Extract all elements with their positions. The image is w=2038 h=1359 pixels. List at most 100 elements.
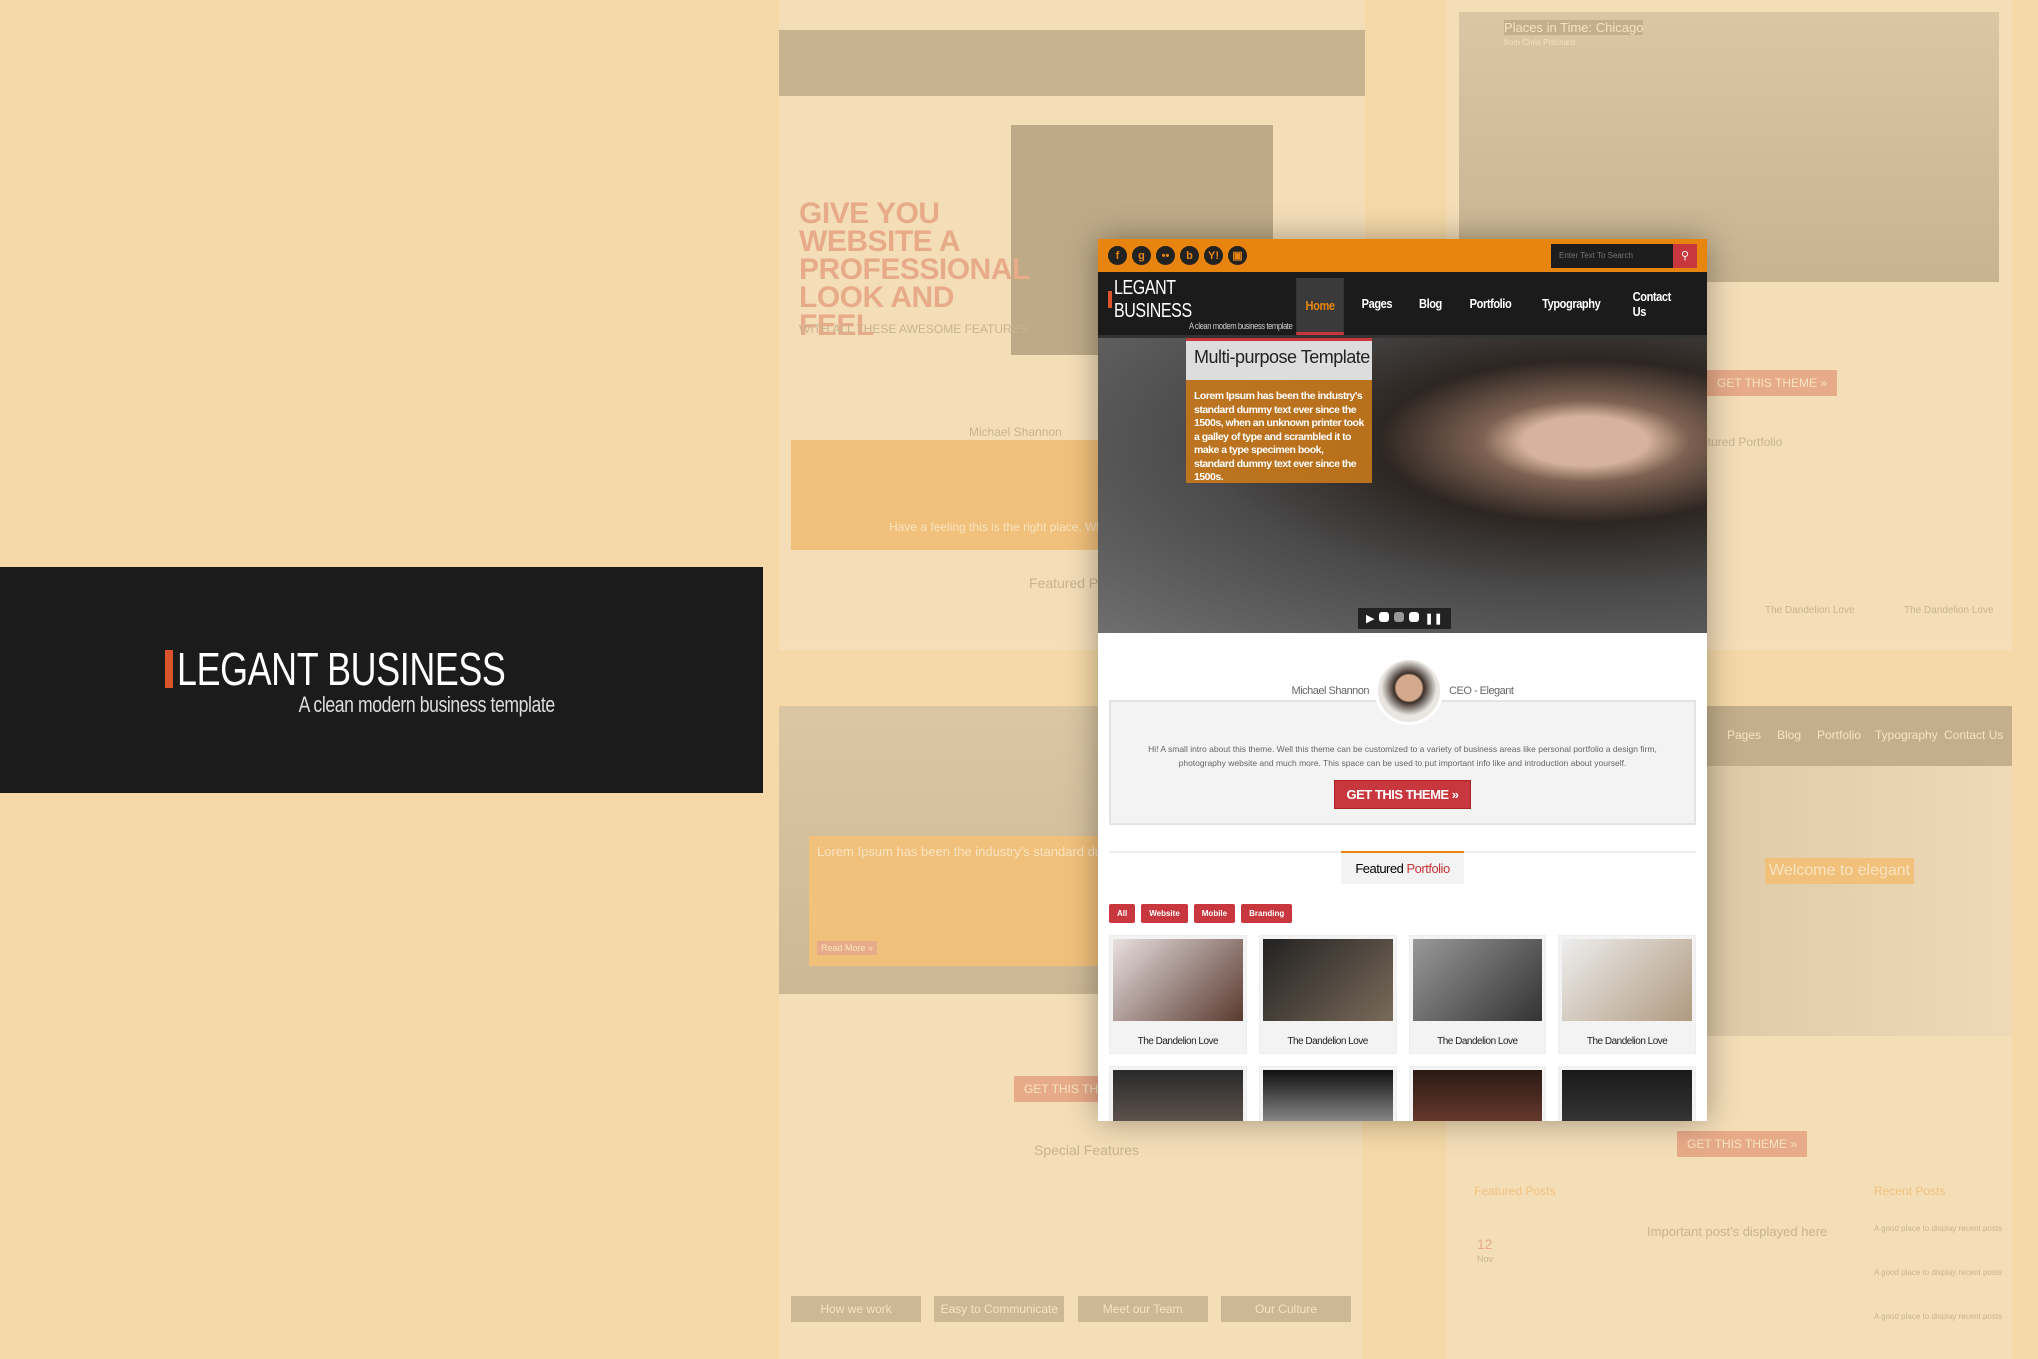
nav-item: Pages — [1727, 728, 1762, 742]
testimonial-name: Michael Shannon — [1291, 685, 1370, 697]
hero-slider: Multi-purpose Template Lorem Ipsum has b… — [1098, 338, 1707, 633]
recent-posts: Recent Posts — [1874, 1184, 1946, 1198]
portfolio-label: The Dandelion Love — [1137, 1036, 1219, 1047]
get-theme-button[interactable]: GET THIS THEME » — [1333, 780, 1472, 809]
search-input[interactable] — [1551, 243, 1673, 268]
subhead: WITH ALL THESE AWESOME FEATURES — [799, 322, 1028, 336]
filter-all[interactable]: All — [1109, 904, 1136, 923]
search-button[interactable]: ⚲ — [1673, 243, 1697, 268]
featured-portfolio-heading: Featured Portfolio — [1109, 851, 1696, 884]
portfolio-item[interactable]: The Dandelion Love — [1109, 935, 1247, 1054]
cta: GET THIS THEME » — [1707, 370, 1838, 396]
filter-website[interactable]: Website — [1141, 904, 1188, 923]
pause-icon[interactable]: ❚❚ — [1424, 612, 1442, 625]
portfolio-image — [1412, 939, 1543, 1021]
feature-how-we-work: How we work — [791, 1296, 921, 1322]
recent-post: A good place to display recent posts — [1874, 1268, 2003, 1277]
portfolio-item[interactable]: The Dandelion Love — [1558, 935, 1696, 1054]
portfolio-image — [1113, 1070, 1243, 1121]
headline: GIVE YOU WEBSITE A PROFESSIONAL LOOK AND… — [799, 197, 1030, 342]
read-more: Read More » — [817, 941, 878, 955]
social-icons: f g •• b Y! ▣ — [1108, 246, 1247, 265]
slide-dot-active[interactable] — [1394, 612, 1405, 622]
search-form: ⚲ — [1551, 243, 1697, 268]
feature-team: Meet our Team — [1077, 1296, 1208, 1322]
logo-tagline: A clean modern business template — [1188, 320, 1293, 331]
feature-culture: Our Culture — [1220, 1296, 1351, 1322]
header-bar — [779, 30, 1365, 96]
nav-item: Typography — [1875, 728, 1938, 742]
facebook-icon[interactable]: f — [1108, 246, 1127, 265]
video-author: from Chris Pritchard — [1504, 38, 1576, 47]
recent-post: A good place to display recent posts — [1874, 1224, 2003, 1233]
portfolio-label: The Dandelion Love — [1287, 1036, 1368, 1047]
youtube-icon[interactable]: ▣ — [1228, 246, 1247, 265]
slider-controls: ▶ ❚❚ — [1358, 608, 1451, 629]
testimonial-text: Hi! A small intro about this theme. Well… — [1148, 744, 1657, 768]
portfolio-item[interactable] — [1258, 1066, 1397, 1121]
search-icon: ⚲ — [1680, 250, 1690, 262]
promo-banner: LEGANT BUSINESS A clean modern business … — [0, 567, 763, 793]
portfolio-image — [1562, 1070, 1692, 1121]
logo-e-mark — [164, 650, 173, 688]
logo-e-mark — [1108, 291, 1112, 308]
portfolio-image — [1412, 1070, 1543, 1121]
heading-tab: Featured Portfolio — [1341, 851, 1464, 884]
slide-dot[interactable] — [1379, 612, 1390, 622]
portfolio-image — [1262, 1070, 1393, 1121]
portfolio-grid: The Dandelion Love The Dandelion Love Th… — [1109, 935, 1696, 1121]
slider-title: Multi-purpose Template — [1186, 341, 1372, 380]
recent-post: A good place to display recent posts — [1874, 1312, 2003, 1321]
portfolio-image — [1562, 939, 1692, 1021]
avatar — [1375, 657, 1444, 725]
section: Special Features — [1034, 1142, 1140, 1158]
nav-home[interactable]: Home — [1296, 278, 1345, 335]
portfolio-filters: All Website Mobile Branding — [1109, 904, 1696, 923]
portfolio-item[interactable] — [1558, 1066, 1696, 1121]
nav-item: Blog — [1777, 728, 1802, 742]
website-mockup: fg •• b Y! ▣ ⚲ LEGANT BUSINESS A clean moder… — [1098, 239, 1707, 1121]
portfolio-image — [1113, 939, 1243, 1021]
portfolio-item[interactable] — [1408, 1066, 1547, 1121]
welcome: Welcome to elegant — [1765, 858, 1915, 884]
slide-dot[interactable] — [1409, 612, 1420, 622]
portfolio-image — [1262, 939, 1393, 1021]
logo-title: LEGANT BUSINESS — [176, 643, 506, 695]
heading-part: Featured — [1355, 861, 1404, 876]
flickr-icon[interactable]: •• — [1156, 246, 1175, 265]
item: The Dandelion Love — [1765, 605, 1855, 616]
portfolio-item[interactable] — [1109, 1066, 1247, 1121]
logo-title: LEGANT BUSINESS — [1113, 276, 1192, 322]
nav-blog[interactable]: Blog — [1410, 272, 1452, 335]
features: How we work Easy to Communicate Meet our… — [791, 1296, 1351, 1322]
yahoo-icon[interactable]: Y! — [1204, 246, 1223, 265]
filter-branding[interactable]: Branding — [1241, 904, 1293, 923]
header-nav: LEGANT BUSINESS A clean modern business … — [1098, 272, 1707, 338]
nav-item: Contact Us — [1944, 728, 2004, 742]
nav-pages[interactable]: Pages — [1353, 272, 1402, 335]
portfolio-item[interactable]: The Dandelion Love — [1258, 935, 1397, 1054]
nav-item: Portfolio — [1817, 728, 1862, 742]
portfolio-item[interactable]: The Dandelion Love — [1408, 935, 1547, 1054]
date-day: 12 — [1477, 1236, 1493, 1252]
promo-logo: LEGANT BUSINESS A clean modern business … — [164, 642, 598, 718]
person: Michael Shannon — [969, 425, 1062, 439]
top-bar: fg •• b Y! ▣ ⚲ — [1098, 239, 1707, 272]
video-title: Places in Time: Chicago — [1504, 20, 1644, 35]
slider-caption: Multi-purpose Template Lorem Ipsum has b… — [1186, 338, 1372, 483]
portfolio-label: The Dandelion Love — [1586, 1036, 1668, 1047]
date-month: Nov — [1477, 1254, 1494, 1264]
site-logo[interactable]: LEGANT BUSINESS A clean modern business … — [1108, 276, 1293, 331]
nav-typography[interactable]: Typography — [1533, 272, 1610, 335]
nav-portfolio[interactable]: Portfolio — [1460, 272, 1520, 335]
testimonial-role: CEO - Elegant — [1449, 685, 1514, 697]
item: The Dandelion Love — [1904, 605, 1994, 616]
blogger-icon[interactable]: b — [1180, 246, 1199, 265]
main-menu: Home Pages Blog Portfolio Typography Con… — [1292, 272, 1701, 335]
testimonial: Michael Shannon CEO - Elegant Hi! A smal… — [1098, 633, 1707, 825]
google-plus-icon[interactable]: g — [1132, 246, 1151, 265]
cta: GET THIS THEME » — [1677, 1131, 1808, 1157]
nav-contact[interactable]: Contact Us — [1623, 272, 1695, 335]
filter-mobile[interactable]: Mobile — [1193, 904, 1236, 923]
play-icon[interactable]: ▶ — [1366, 612, 1374, 625]
